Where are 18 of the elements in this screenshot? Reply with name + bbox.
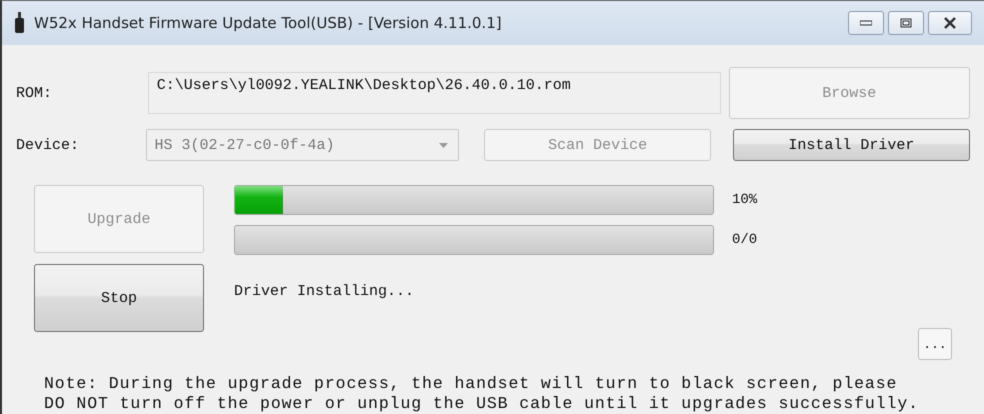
rom-path-field[interactable]: C:\Users\yl0092.YEALINK\Desktop\26.40.0.10.rom	[148, 72, 721, 114]
device-label: Device:	[16, 136, 80, 154]
close-icon	[943, 17, 957, 29]
restore-icon	[900, 18, 912, 28]
install-driver-button[interactable]: Install Driver	[732, 129, 970, 161]
minimize-icon	[860, 20, 872, 26]
window-title: W52x Handset Firmware Update Tool(USB) - [Version 4.11.0.1]	[34, 14, 503, 32]
progress-reading: 10%	[732, 192, 758, 208]
note-text: Note: During the upgrade process, the handset will turn to black screen, please DO NOT turn off the power or unplug the USB cable until it upgrades successfully.	[44, 374, 920, 414]
progress-reading: 0/0	[732, 232, 758, 248]
status-text: Driver Installing...	[234, 283, 416, 300]
minimize-button[interactable]	[848, 11, 884, 35]
maximize-button[interactable]	[888, 11, 924, 35]
caret-icon	[439, 142, 448, 148]
more-button[interactable]: ...	[918, 328, 952, 360]
stop-button[interactable]: Stop	[34, 264, 204, 332]
close-button[interactable]	[928, 11, 972, 35]
rom-label: ROM:	[16, 84, 54, 102]
